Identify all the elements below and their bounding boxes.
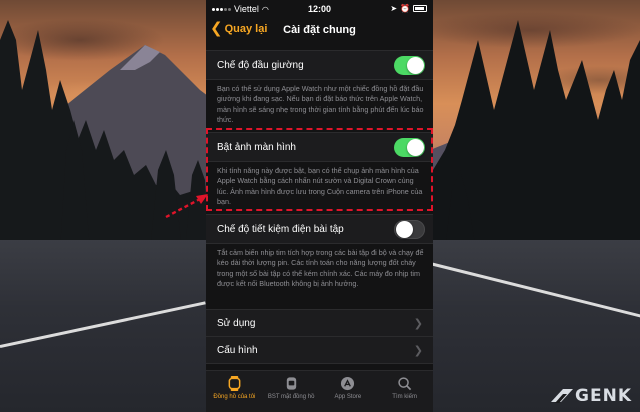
toggle-knob: [407, 139, 424, 156]
page-title: Cài đặt chung: [283, 24, 356, 36]
tab-search[interactable]: Tìm kiếm: [376, 371, 433, 412]
status-icons: ➤ ⏰: [390, 4, 427, 13]
tab-bar: Đồng hồ của tôi BST mặt đồng hồ App Stor…: [206, 370, 433, 412]
navigation-bar: ❮ Quay lại Cài đặt chung: [206, 18, 433, 44]
tab-app-store[interactable]: App Store: [320, 371, 377, 412]
setting-label: Chế độ tiết kiệm điện bài tập: [217, 224, 344, 235]
iphone-watch-app-screen: Viettel ◠ 12:00 ➤ ⏰ ❮ Quay lại Cài đặt c…: [206, 0, 433, 412]
status-bar: Viettel ◠ 12:00 ➤ ⏰: [206, 0, 433, 18]
enable-screenshots-toggle[interactable]: [394, 138, 425, 157]
setting-description: Bạn có thể sử dụng Apple Watch như một c…: [217, 84, 424, 124]
tab-my-watch[interactable]: Đồng hồ của tôi: [206, 371, 263, 412]
chevron-right-icon: ❯: [413, 318, 423, 330]
tab-label: Tìm kiếm: [392, 394, 417, 400]
alarm-icon: ⏰: [400, 4, 410, 13]
toggle-knob: [407, 57, 424, 74]
setting-row-nightstand-mode: Chế độ đầu giường: [206, 50, 433, 80]
setting-label: Bật ảnh màn hình: [217, 142, 296, 153]
link-label: Sử dụng: [217, 318, 256, 329]
setting-description: Tắt cảm biến nhịp tim tích hợp trong các…: [217, 248, 424, 288]
watermark-text: GENK: [575, 386, 632, 406]
tab-label: Đồng hồ của tôi: [213, 394, 256, 400]
watch-icon: [228, 376, 241, 391]
tab-label: App Store: [334, 394, 362, 400]
tab-label: BST mặt đồng hồ: [267, 394, 315, 400]
battery-icon: [413, 5, 427, 12]
chevron-right-icon: ❯: [413, 345, 423, 357]
toggle-knob: [396, 221, 413, 238]
link-row-usage[interactable]: Sử dụng ❯: [206, 309, 433, 337]
location-icon: ➤: [390, 4, 398, 13]
workout-power-saving-toggle[interactable]: [394, 220, 425, 239]
settings-list: Chế độ đầu giường Bạn có thể sử dụng App…: [206, 44, 433, 370]
watch-face-gallery-icon: [286, 377, 296, 390]
setting-label: Chế độ đầu giường: [217, 60, 304, 71]
red-arrow-icon: [165, 194, 208, 219]
link-row-profiles[interactable]: Cấu hình ❯: [206, 336, 433, 364]
tab-face-gallery[interactable]: BST mặt đồng hồ: [263, 371, 320, 412]
setting-row-workout-power-saving: Chế độ tiết kiệm điện bài tập: [206, 214, 433, 244]
app-store-icon: [341, 376, 355, 391]
setting-description: Khi tính năng này được bật, bạn có thể c…: [217, 166, 423, 206]
search-icon: [398, 377, 412, 391]
link-label: Cấu hình: [217, 345, 258, 356]
genk-watermark: GENK: [551, 386, 632, 406]
nightstand-mode-toggle[interactable]: [394, 56, 425, 75]
genk-logo-icon: [551, 389, 574, 403]
setting-row-enable-screenshots: Bật ảnh màn hình: [206, 132, 433, 162]
